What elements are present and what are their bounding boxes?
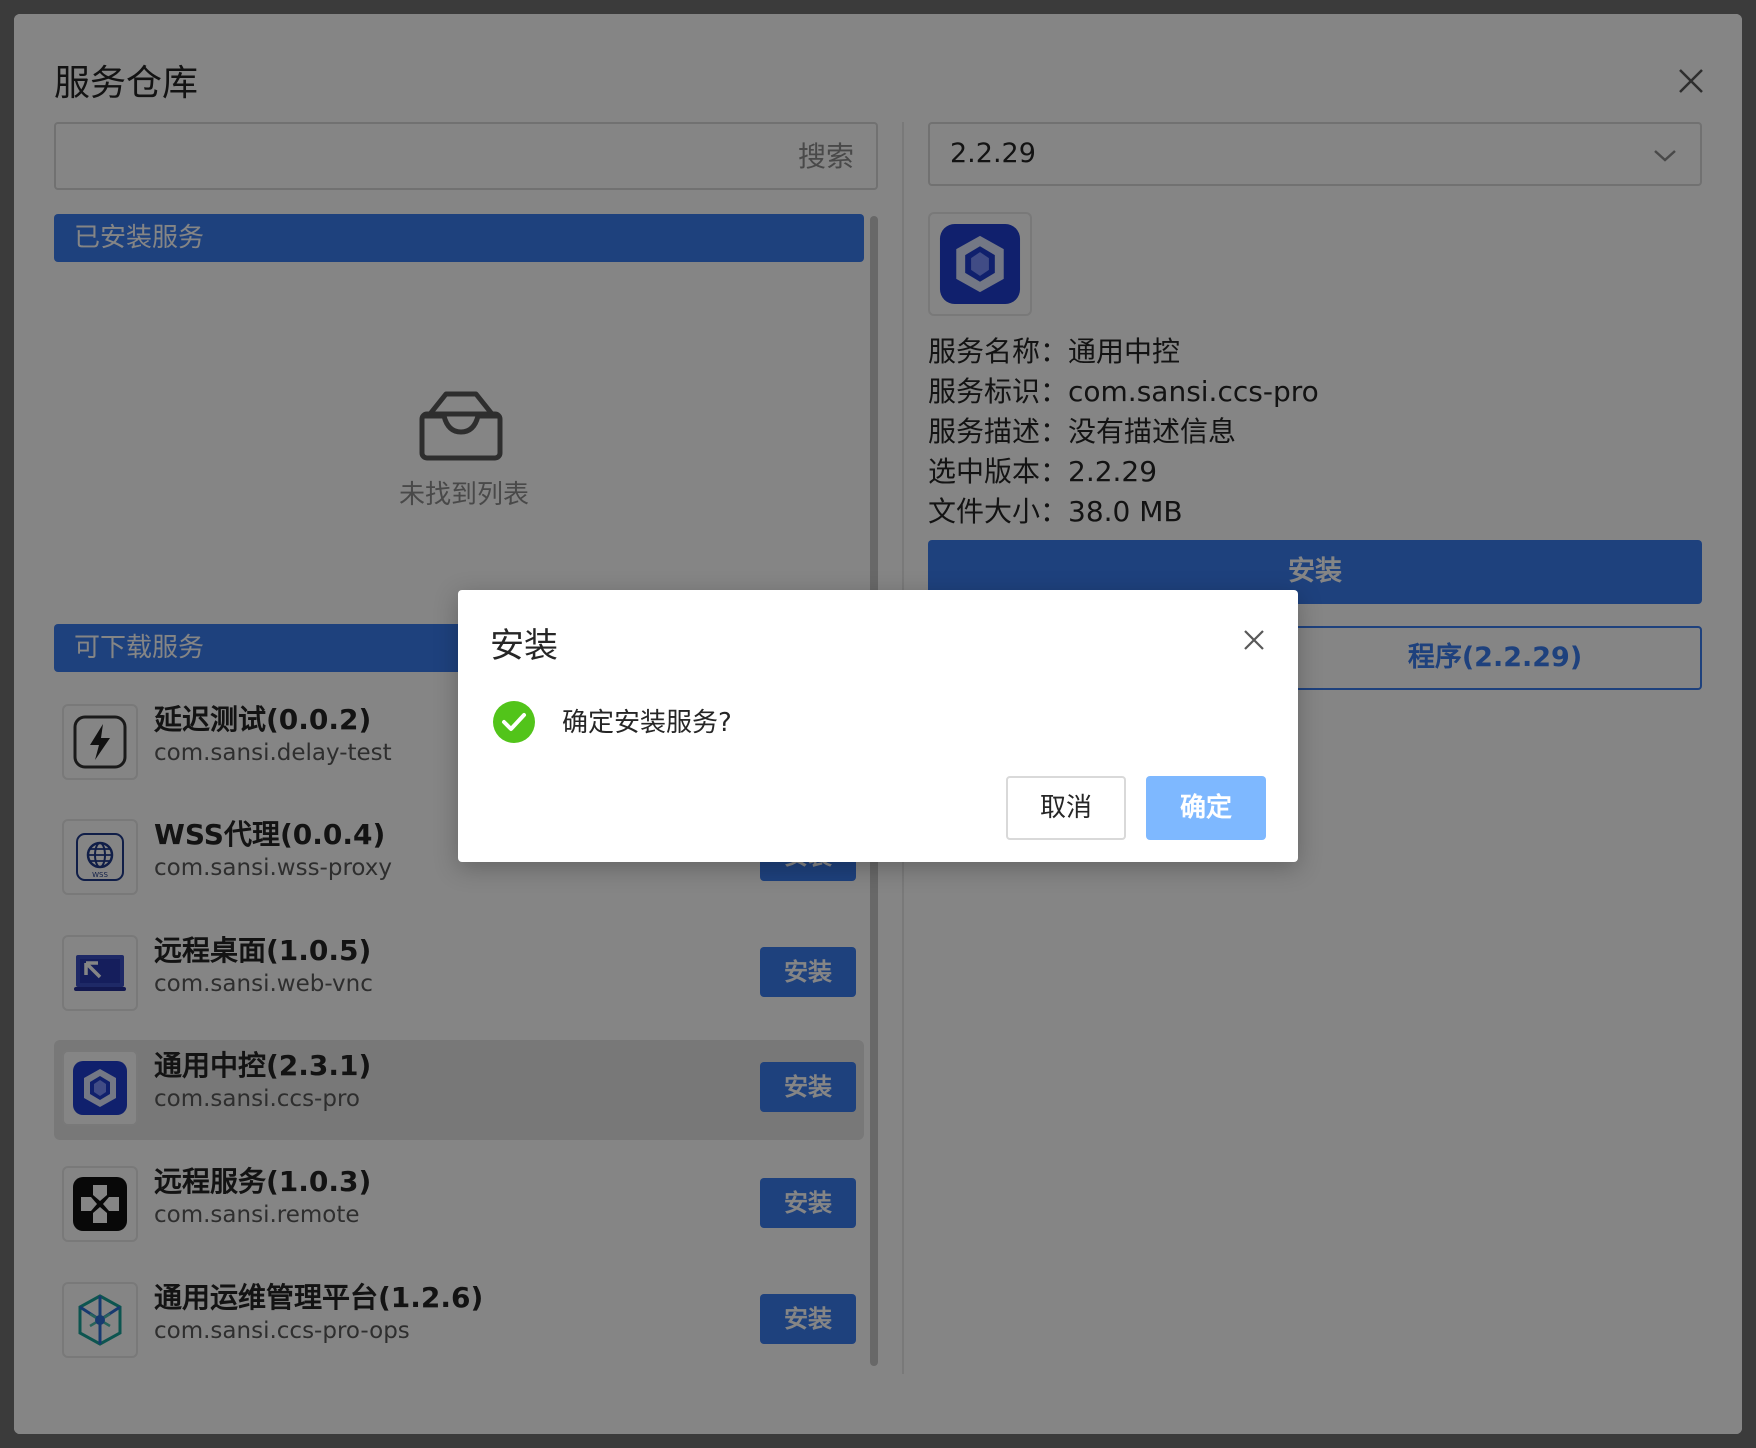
cancel-button[interactable]: 取消 (1006, 776, 1126, 840)
confirm-button[interactable]: 确定 (1146, 776, 1266, 840)
install-confirm-dialog: 安装 确定安装服务? 取消 确定 (458, 590, 1298, 862)
success-check-icon (492, 700, 536, 744)
dialog-message: 确定安装服务? (562, 708, 732, 738)
screen-frame: 服务仓库 已安装服务 未找到列表 可下载服务 延迟测试(0.0.2) (0, 0, 1756, 1448)
service-repository-window: 服务仓库 已安装服务 未找到列表 可下载服务 延迟测试(0.0.2) (14, 14, 1742, 1434)
close-icon[interactable] (1240, 626, 1268, 654)
dialog-title: 安装 (490, 626, 558, 666)
